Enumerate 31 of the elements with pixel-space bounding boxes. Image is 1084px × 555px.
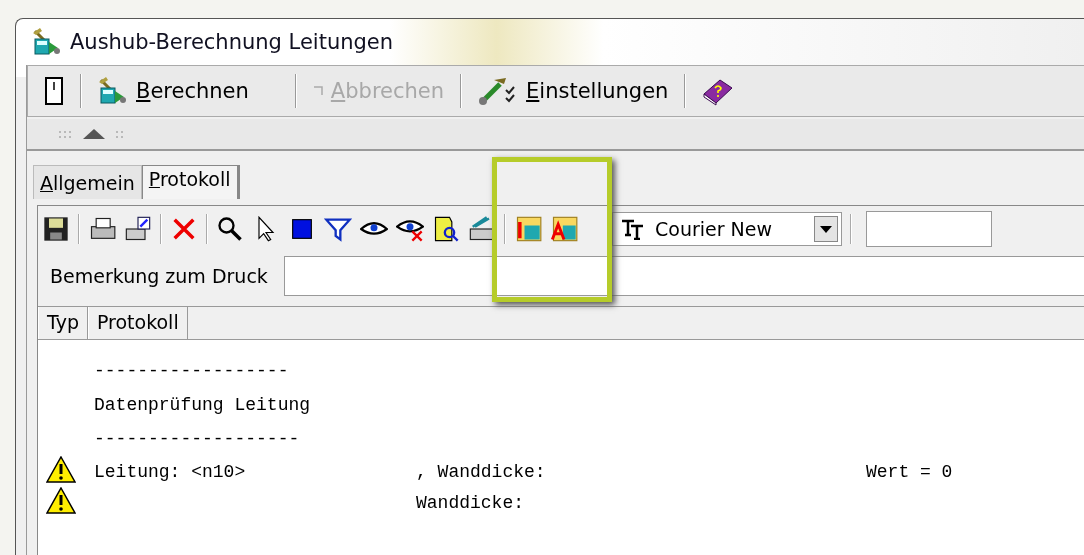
font-icon (621, 218, 645, 240)
calculator-icon (98, 77, 128, 105)
log-line: ------------------ (94, 361, 290, 381)
log-text: , Wanddicke: (416, 462, 547, 482)
table-number-button[interactable] (514, 215, 542, 243)
font-size-field[interactable] (866, 211, 992, 247)
print-setup-button[interactable] (124, 215, 152, 243)
tab[interactable]: Allgemein (33, 165, 142, 199)
column-header[interactable]: Typ (38, 307, 88, 339)
field-label: Bemerkung zum Druck (49, 265, 269, 287)
warning-icon (46, 487, 76, 514)
log-text: Wert = 0 (866, 462, 954, 482)
font-dropdown[interactable]: Courier New (612, 212, 842, 246)
remark-field[interactable] (283, 256, 1084, 296)
log-text: Wanddicke: (416, 493, 526, 513)
log-line: ------------------- (94, 429, 301, 449)
tab[interactable]: Protokoll (141, 165, 240, 199)
calculator-icon (32, 28, 62, 56)
column-header[interactable]: Protokoll (87, 307, 188, 339)
log-line: Datenprüfung Leitung (94, 395, 312, 415)
window-title: Aushub-Berechnung Leitungen (70, 30, 394, 54)
dropdown-arrow-icon (820, 225, 832, 233)
toolbar-button[interactable]: Berechnen (94, 75, 253, 107)
table-letter-button[interactable] (550, 215, 578, 243)
search-button[interactable] (216, 215, 244, 243)
log-text: Leitung: <n10> (94, 462, 247, 482)
document-search-button[interactable] (432, 215, 460, 243)
save-button[interactable] (42, 215, 70, 243)
warning-icon (46, 456, 76, 483)
toolbar-button[interactable]: Einstellungen (474, 74, 673, 108)
bracket-icon (312, 86, 323, 96)
